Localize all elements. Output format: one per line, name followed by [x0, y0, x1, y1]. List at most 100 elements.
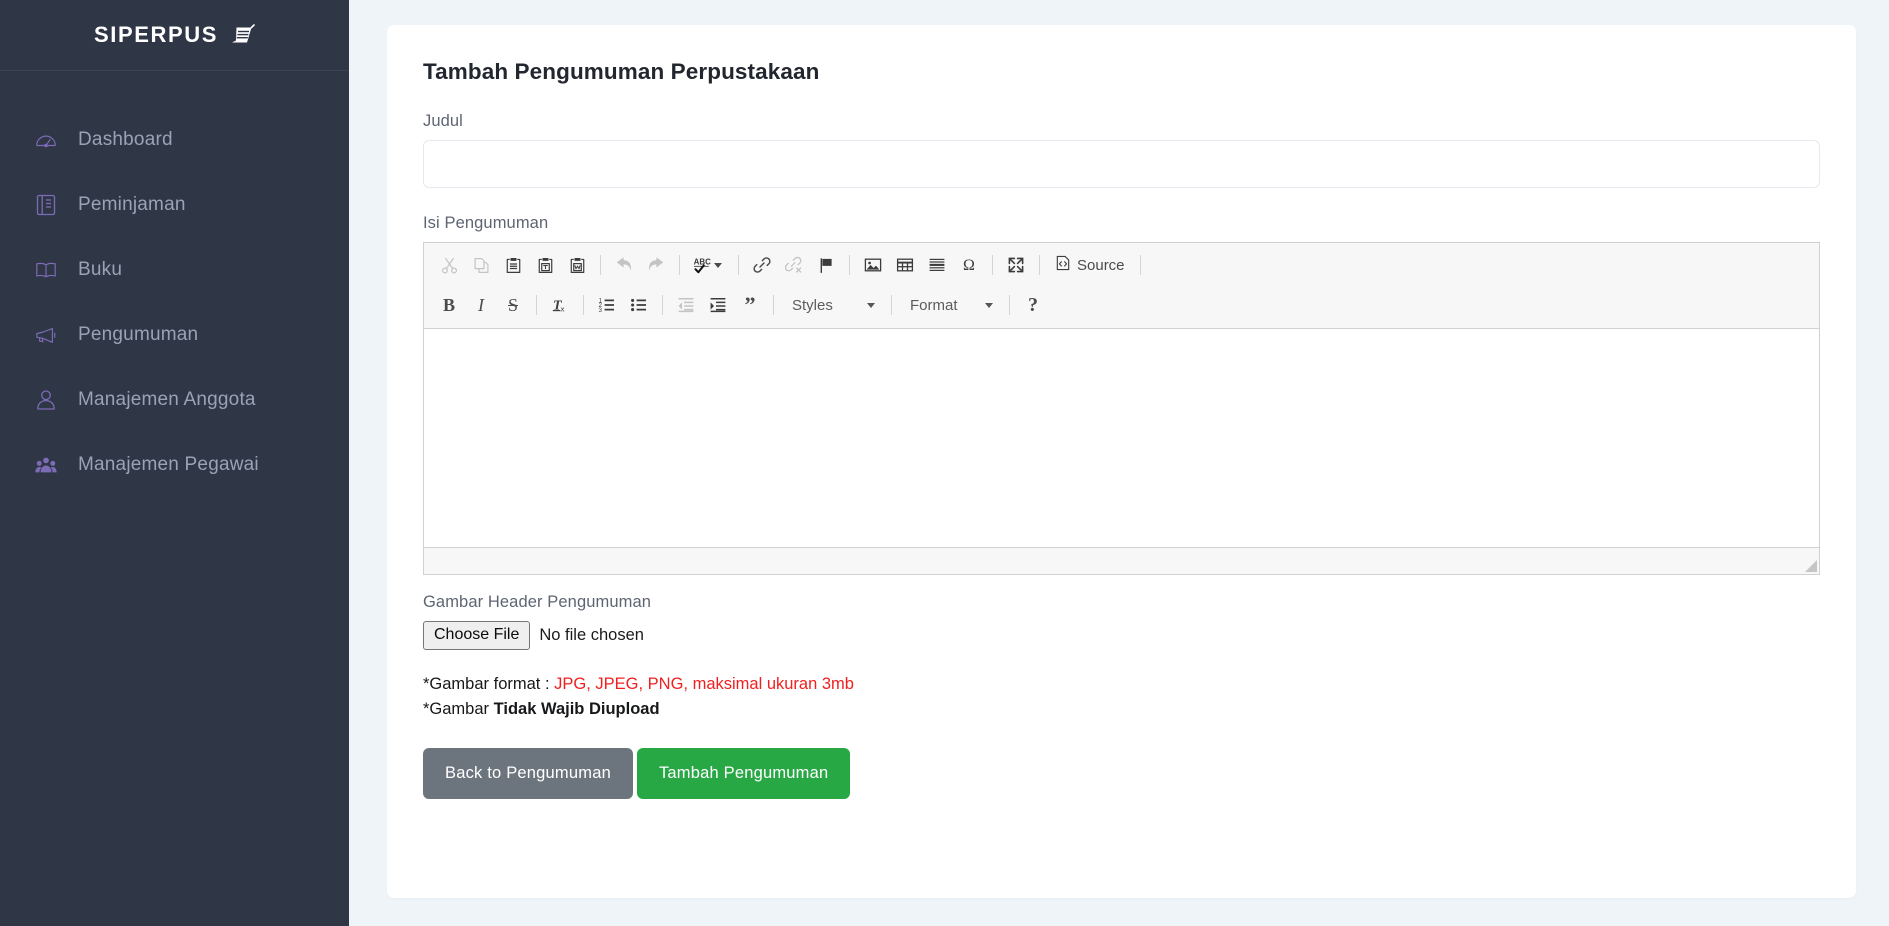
sidebar-item-label: Dashboard: [78, 128, 173, 150]
brand-title: SIPERPUS: [93, 22, 219, 47]
note-optional-bold: Tidak Wajib Diupload: [493, 700, 660, 719]
maximize-icon[interactable]: [1000, 250, 1032, 280]
image-icon[interactable]: [857, 250, 889, 280]
toolbar-separator: [1039, 255, 1040, 275]
cut-icon[interactable]: [433, 250, 465, 280]
paste-icon[interactable]: [497, 250, 529, 280]
sidebar: SIPERPUS Dashboard Peminjaman Buku Pengu…: [0, 0, 349, 926]
paste-from-word-icon[interactable]: [561, 250, 593, 280]
brand-logo[interactable]: SIPERPUS: [0, 0, 349, 71]
form-card: Tambah Pengumuman Perpustakaan Judul Isi…: [387, 25, 1856, 898]
bold-glyph: B: [442, 294, 455, 315]
toolbar-separator: [583, 295, 584, 315]
italic-icon[interactable]: I: [465, 290, 497, 320]
sidebar-item-label: Pengumuman: [78, 323, 199, 345]
source-icon: [1055, 255, 1071, 275]
page-title: Tambah Pengumuman Perpustakaan: [423, 59, 820, 84]
isi-label: Isi Pengumuman: [423, 214, 549, 232]
increase-indent-icon[interactable]: [702, 290, 734, 320]
toolbar-separator: [1009, 295, 1010, 315]
user-icon: [35, 389, 57, 411]
spell-check-icon[interactable]: ABC: [687, 250, 731, 280]
sidebar-item-peminjaman[interactable]: Peminjaman: [0, 172, 349, 237]
help-glyph: ?: [1028, 293, 1038, 316]
form-actions: Back to Pengumuman Tambah Pengumuman: [423, 747, 1820, 799]
strikethrough-glyph: S: [507, 294, 518, 315]
sidebar-nav: Dashboard Peminjaman Buku Pengumuman Man…: [0, 71, 349, 497]
table-icon[interactable]: [889, 250, 921, 280]
svg-text:Ω: Ω: [963, 257, 975, 274]
sidebar-item-label: Manajemen Pegawai: [78, 453, 259, 475]
note-format-prefix: *Gambar format :: [423, 674, 555, 693]
editor-content-area[interactable]: [424, 329, 1819, 547]
numbered-list-icon[interactable]: 1 2 3: [591, 290, 623, 320]
sidebar-item-manajemen-anggota[interactable]: Manajemen Anggota: [0, 367, 349, 432]
editor-resize-handle[interactable]: [1805, 560, 1817, 572]
format-dropdown[interactable]: Format: [899, 290, 1002, 320]
note-line-format: *Gambar format : JPG, JPEG, PNG, maksima…: [423, 672, 1820, 698]
anchor-flag-icon[interactable]: [810, 250, 842, 280]
paste-as-plain-text-icon[interactable]: [529, 250, 561, 280]
toolbar-separator: [1139, 255, 1141, 275]
undo-icon[interactable]: [608, 250, 640, 280]
special-character-icon[interactable]: Ω: [953, 250, 985, 280]
toolbar-separator: [891, 295, 892, 315]
judul-input[interactable]: [423, 140, 1820, 188]
editor-status-bar: [424, 547, 1819, 574]
sidebar-item-pengumuman[interactable]: Pengumuman: [0, 302, 349, 367]
note-format-highlight: JPG, JPEG, PNG, maksimal ukuran 3mb: [554, 674, 854, 693]
sidebar-item-buku[interactable]: Buku: [0, 237, 349, 302]
bulleted-list-icon[interactable]: [623, 290, 655, 320]
toolbar-separator: [600, 255, 601, 275]
source-label: Source: [1077, 256, 1125, 274]
help-icon[interactable]: ?: [1017, 290, 1049, 320]
toolbar-separator: [849, 255, 850, 275]
decrease-indent-icon[interactable]: [670, 290, 702, 320]
book-stack-icon: [229, 24, 255, 46]
blockquote-icon[interactable]: ”: [734, 290, 766, 320]
sidebar-item-manajemen-pegawai[interactable]: Manajemen Pegawai: [0, 432, 349, 497]
toolbar-separator: [992, 255, 993, 275]
megaphone-icon: [35, 324, 57, 346]
remove-format-icon[interactable]: T x: [544, 290, 576, 320]
chevron-down-icon: [714, 262, 722, 268]
strikethrough-icon[interactable]: S: [497, 290, 529, 320]
file-input-row: Choose File No file chosen: [423, 621, 1820, 650]
isi-field-group: Isi Pengumuman ABC Ω Source B I S T x 1 …: [423, 214, 1820, 575]
users-group-icon: [35, 454, 57, 476]
file-status-text: No file chosen: [539, 625, 644, 644]
format-dropdown-label: Format: [910, 296, 958, 314]
rich-text-editor: ABC Ω Source B I S T x 1 2 3 ” Styles Fo…: [423, 242, 1820, 575]
gambar-field-group: Gambar Header Pengumuman Choose File No …: [423, 593, 1820, 650]
blockquote-glyph: ”: [744, 292, 756, 317]
open-book-icon: [35, 259, 57, 281]
sidebar-item-label: Manajemen Anggota: [78, 388, 256, 410]
toolbar-separator: [738, 255, 739, 275]
submit-pengumuman-button[interactable]: Tambah Pengumuman: [636, 747, 851, 799]
horizontal-rule-icon[interactable]: [921, 250, 953, 280]
styles-dropdown[interactable]: Styles: [781, 290, 884, 320]
link-icon[interactable]: [746, 250, 778, 280]
chevron-down-icon: [985, 302, 993, 308]
choose-file-button[interactable]: Choose File: [423, 621, 531, 650]
toolbar-separator: [679, 255, 680, 275]
back-to-pengumuman-button[interactable]: Back to Pengumuman: [423, 747, 633, 799]
editor-toolbar: ABC Ω Source B I S T x 1 2 3 ” Styles Fo…: [424, 243, 1819, 329]
svg-text:ABC: ABC: [694, 258, 712, 267]
note-optional-prefix: *Gambar: [423, 700, 494, 719]
source-button[interactable]: Source: [1047, 250, 1133, 280]
italic-glyph: I: [478, 294, 484, 315]
sidebar-item-label: Buku: [78, 258, 123, 280]
sidebar-item-label: Peminjaman: [78, 193, 186, 215]
sidebar-item-dashboard[interactable]: Dashboard: [0, 107, 349, 172]
toolbar-separator: [662, 295, 663, 315]
svg-text:x: x: [561, 305, 565, 314]
bold-icon[interactable]: B: [433, 290, 465, 320]
copy-icon[interactable]: [465, 250, 497, 280]
toolbar-separator: [773, 295, 774, 315]
editor-toolbar-row-2: B I S T x 1 2 3 ” Styles Format ?: [428, 285, 1815, 325]
unlink-icon[interactable]: [778, 250, 810, 280]
chevron-down-icon: [867, 302, 875, 308]
redo-icon[interactable]: [640, 250, 672, 280]
styles-dropdown-label: Styles: [792, 296, 833, 314]
